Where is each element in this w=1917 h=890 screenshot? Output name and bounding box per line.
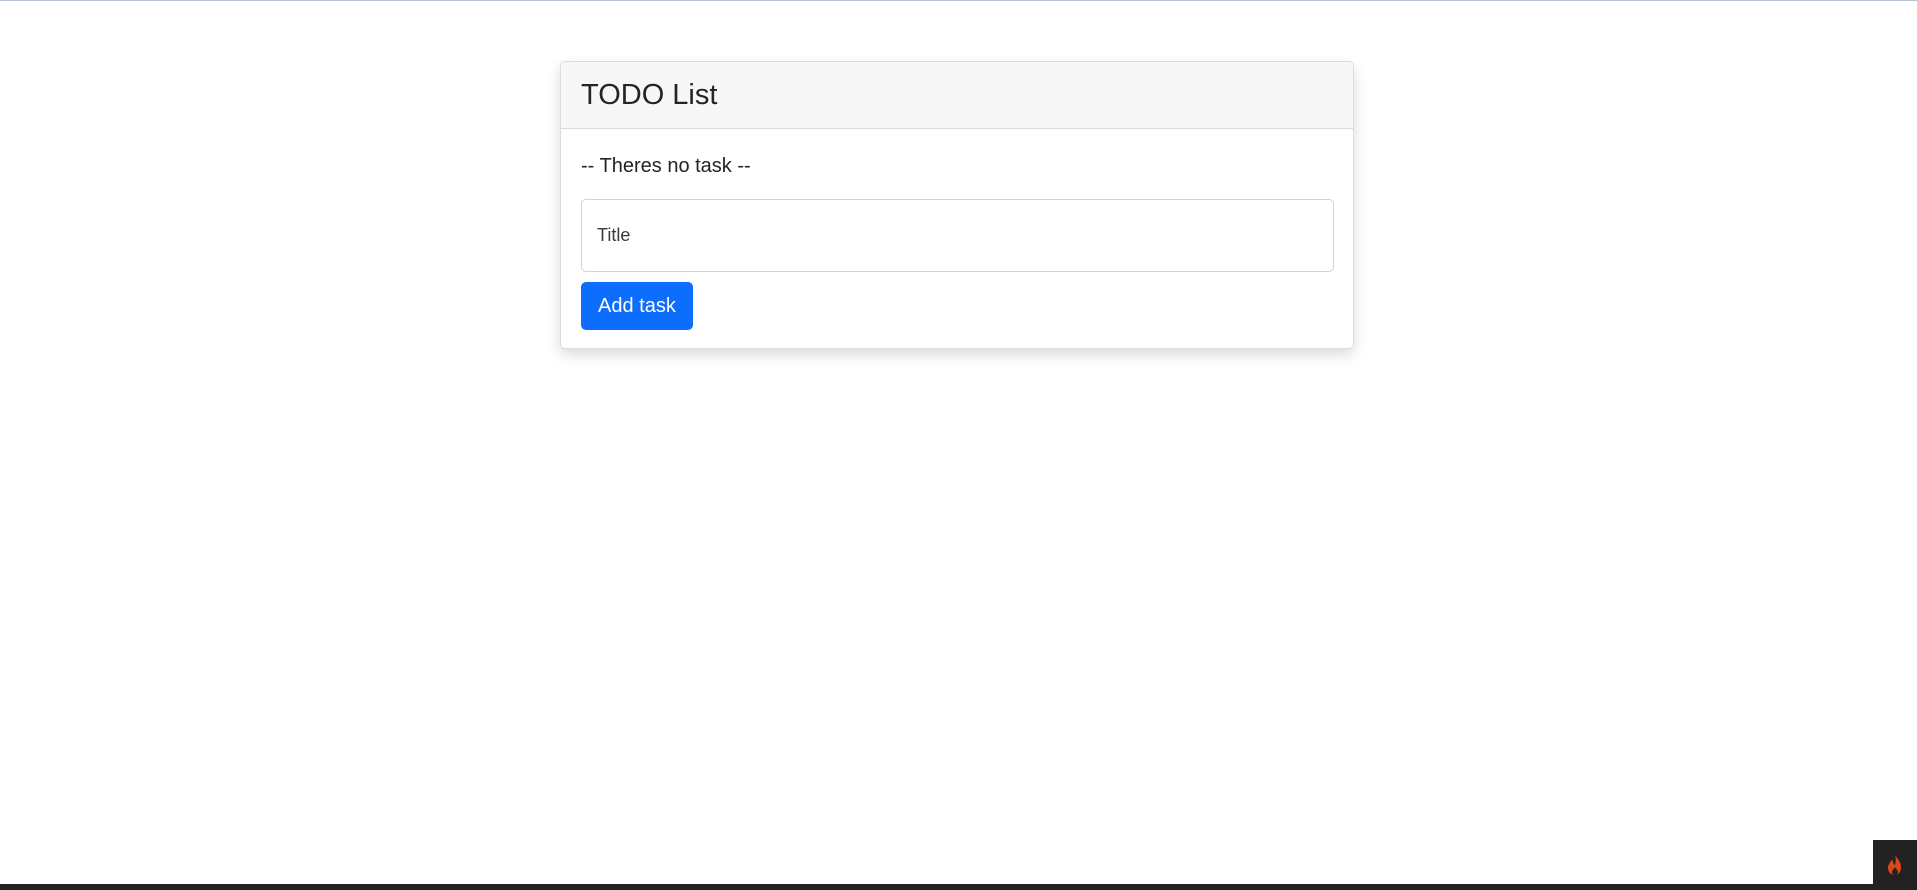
card-body: -- Theres no task -- Add task — [561, 129, 1353, 348]
todo-card: TODO List -- Theres no task -- Add task — [560, 61, 1354, 349]
flame-icon — [1888, 854, 1901, 875]
empty-task-message: -- Theres no task -- — [581, 155, 751, 177]
page-title: TODO List — [581, 78, 718, 111]
top-border-line — [0, 0, 1917, 1]
add-task-button[interactable]: Add task — [581, 282, 693, 330]
card-header: TODO List — [561, 62, 1353, 129]
task-title-input[interactable] — [581, 199, 1334, 272]
debug-toolbar-bar — [0, 884, 1917, 890]
debug-toolbar-toggle[interactable] — [1873, 840, 1917, 890]
